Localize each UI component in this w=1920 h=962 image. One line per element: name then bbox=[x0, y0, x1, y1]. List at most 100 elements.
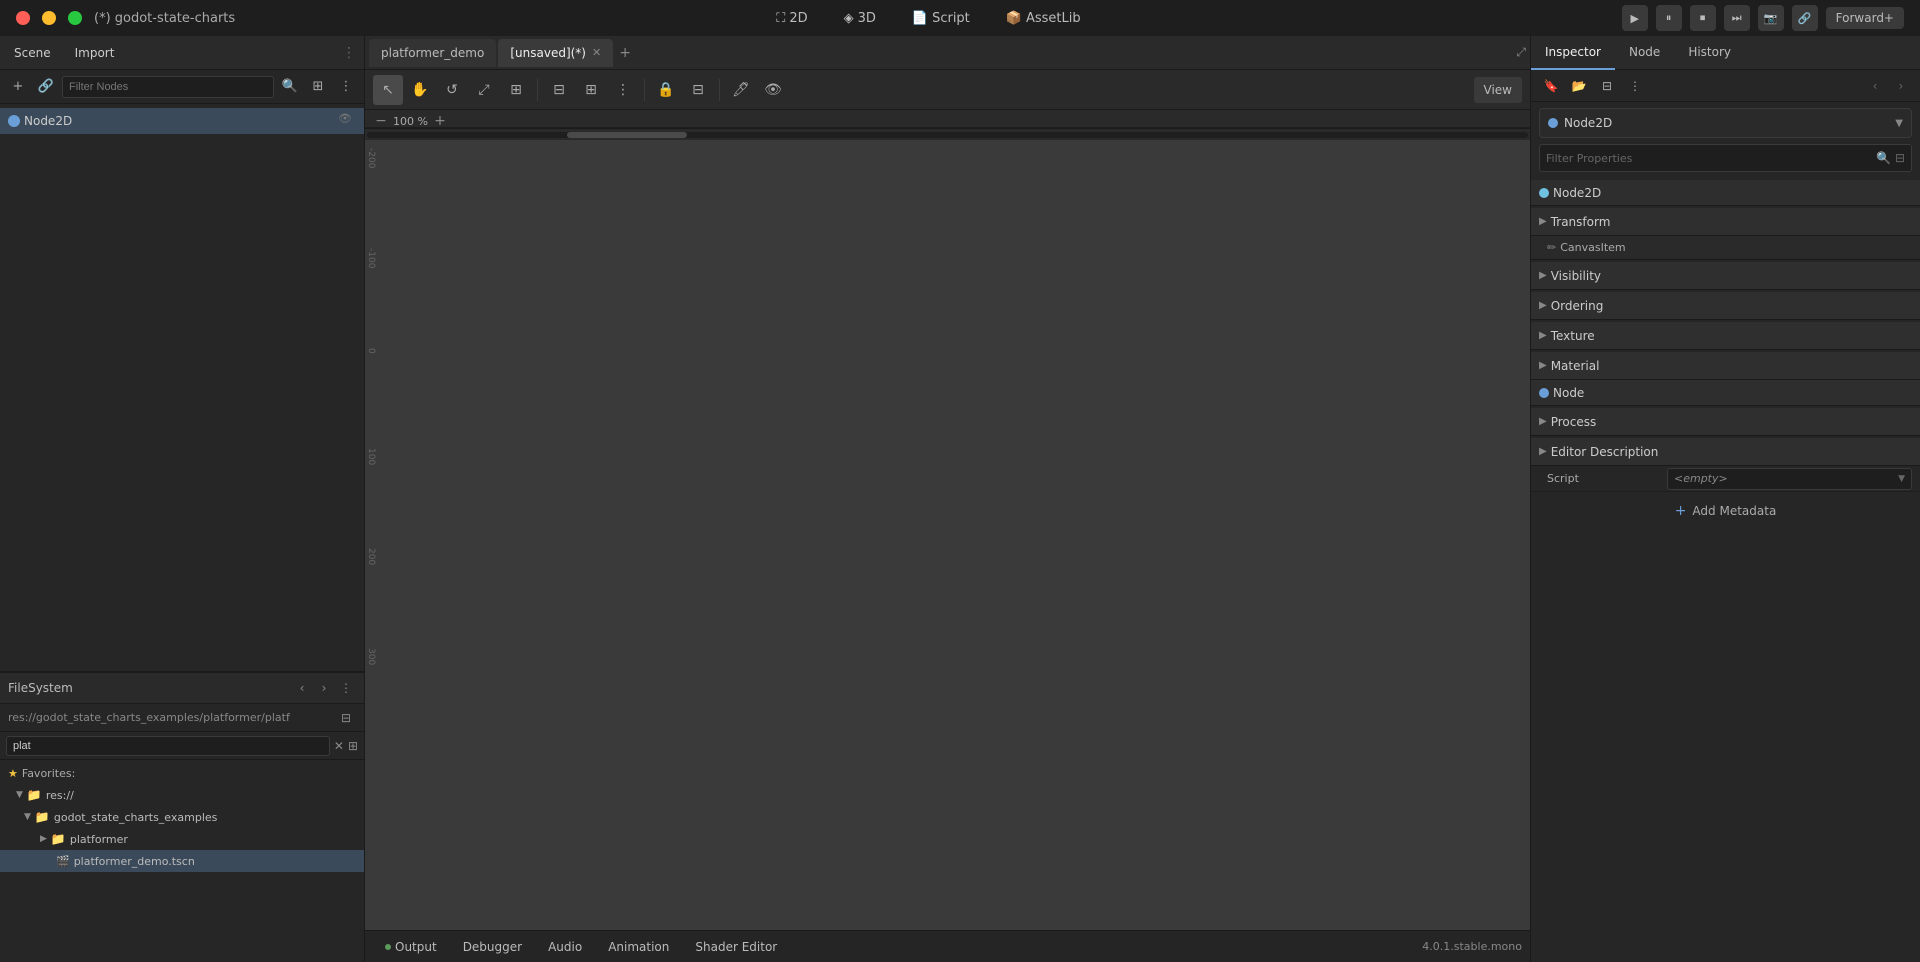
section-material[interactable]: ▶ Material bbox=[1531, 352, 1920, 380]
fs-back-button[interactable]: ‹ bbox=[292, 678, 312, 698]
pencil-icon: ✏ bbox=[1547, 241, 1556, 254]
tool-eye[interactable]: 👁 bbox=[758, 75, 788, 105]
section-editor-description[interactable]: ▶ Editor Description bbox=[1531, 438, 1920, 466]
play-button[interactable]: ▶ bbox=[1622, 5, 1648, 31]
mode-2d-icon: ⛶ bbox=[776, 11, 785, 26]
node2d-icon bbox=[8, 115, 20, 127]
scene-more-button[interactable]: ⋮ bbox=[334, 75, 358, 99]
tab-animation[interactable]: Animation bbox=[596, 935, 681, 959]
fs-options-button[interactable]: ⋮ bbox=[336, 678, 356, 698]
inspector-options-button[interactable]: ⋮ bbox=[1623, 74, 1647, 98]
section-process[interactable]: ▶ Process bbox=[1531, 408, 1920, 436]
scrollbar-thumb[interactable] bbox=[567, 132, 687, 138]
filesystem-filter-input[interactable] bbox=[6, 736, 330, 756]
tab-unsaved[interactable]: [unsaved](*) ✕ bbox=[498, 39, 613, 67]
tab-debugger[interactable]: Debugger bbox=[451, 935, 534, 959]
inspector-bookmark-button[interactable]: 🔖 bbox=[1539, 74, 1563, 98]
fs-item-godot[interactable]: ▼ 📁 godot_state_charts_examples bbox=[0, 806, 364, 828]
minimize-button[interactable] bbox=[42, 11, 56, 25]
link-node-button[interactable]: 🔗 bbox=[34, 75, 58, 99]
script-value: <empty> bbox=[1674, 472, 1894, 485]
fs-split-button[interactable]: ⊟ bbox=[336, 708, 356, 728]
inspector-content: Node2D ▶ Transform ✏ CanvasItem ▶ Visibi… bbox=[1531, 176, 1920, 962]
filter-options-button[interactable]: ⊟ bbox=[1895, 151, 1905, 165]
fs-forward-button[interactable]: › bbox=[314, 678, 334, 698]
tab-node[interactable]: Node bbox=[1615, 36, 1674, 70]
section-texture[interactable]: ▶ Texture bbox=[1531, 322, 1920, 350]
tool-move[interactable]: ✋ bbox=[405, 75, 435, 105]
node-selector[interactable]: Node2D ▼ bbox=[1539, 108, 1912, 138]
tab-platformer-demo[interactable]: platformer_demo bbox=[369, 39, 496, 67]
section-arrow-icon: ▶ bbox=[1539, 446, 1547, 457]
tool-paint[interactable]: 🖊 bbox=[726, 75, 756, 105]
add-node-button[interactable]: + bbox=[6, 75, 30, 99]
forward-plus-label[interactable]: Forward+ bbox=[1826, 7, 1904, 29]
scene-toolbar: + 🔗 🔍 ⊞ ⋮ bbox=[0, 70, 364, 104]
zoom-out-button[interactable]: − bbox=[373, 113, 389, 129]
playback-controls: ▶ ⏸ ⏹ ⏭ 📷 🔗 Forward+ bbox=[1622, 5, 1904, 31]
scene-search-button[interactable]: 🔍 bbox=[278, 75, 302, 99]
step-button[interactable]: ⏭ bbox=[1724, 5, 1750, 31]
camera-button[interactable]: 📷 bbox=[1758, 5, 1784, 31]
tab-shader-editor[interactable]: Shader Editor bbox=[683, 935, 789, 959]
inspector-prev-button[interactable]: ‹ bbox=[1864, 75, 1886, 97]
fs-item-platformer[interactable]: ▶ 📁 platformer bbox=[0, 828, 364, 850]
fs-item-res[interactable]: ▼ 📁 res:// bbox=[0, 784, 364, 806]
canvas-scrollbar-horizontal[interactable] bbox=[365, 128, 1530, 140]
mode-2d[interactable]: ⛶ 2D bbox=[768, 9, 815, 28]
scene-filter-input[interactable] bbox=[62, 76, 274, 98]
filesystem-filter-clear[interactable]: ✕ bbox=[334, 739, 344, 753]
section-visibility[interactable]: ▶ Visibility bbox=[1531, 262, 1920, 290]
mode-3d[interactable]: ◈ 3D bbox=[836, 9, 884, 28]
tool-snap[interactable]: ⊟ bbox=[544, 75, 574, 105]
pause-button[interactable]: ⏸ bbox=[1656, 5, 1682, 31]
section-transform[interactable]: ▶ Transform bbox=[1531, 208, 1920, 236]
scene-tab[interactable]: Scene bbox=[8, 44, 57, 62]
scene-options-button[interactable]: ⋮ bbox=[342, 45, 356, 61]
script-dropdown[interactable]: <empty> ▼ bbox=[1667, 468, 1912, 490]
stop-button[interactable]: ⏹ bbox=[1690, 5, 1716, 31]
tab-inspector[interactable]: Inspector bbox=[1531, 36, 1615, 70]
tool-select[interactable]: ↖ bbox=[373, 75, 403, 105]
tool-rotate[interactable]: ↺ bbox=[437, 75, 467, 105]
filesystem-filter: ✕ ⊞ bbox=[0, 732, 364, 760]
import-tab[interactable]: Import bbox=[69, 44, 121, 62]
inspector-history-button[interactable]: ⊟ bbox=[1595, 74, 1619, 98]
tool-list[interactable]: ⊞ bbox=[501, 75, 531, 105]
maximize-button[interactable] bbox=[68, 11, 82, 25]
scene-tree: Node2D 👁 bbox=[0, 104, 364, 671]
mode-assetlib[interactable]: 📦 AssetLib bbox=[998, 9, 1089, 28]
tool-more[interactable]: ⋮ bbox=[608, 75, 638, 105]
inspector-node-header: Node bbox=[1531, 380, 1920, 406]
filesystem-filter-icon: ⊞ bbox=[348, 739, 358, 753]
tab-output[interactable]: Output bbox=[373, 935, 449, 959]
ruler-top: − 100 % + -400 -300 -200 -100 0 100 200 … bbox=[365, 110, 1530, 128]
inspector-open-button[interactable]: 📂 bbox=[1567, 74, 1591, 98]
close-button[interactable] bbox=[16, 11, 30, 25]
visibility-icon[interactable]: 👁 bbox=[338, 112, 356, 130]
add-tab-button[interactable]: + bbox=[615, 45, 635, 61]
tool-lock[interactable]: 🔒 bbox=[651, 75, 681, 105]
add-metadata-label: Add Metadata bbox=[1692, 504, 1776, 518]
filesystem-path: res://godot_state_charts_examples/platfo… bbox=[0, 704, 364, 732]
remote-button[interactable]: 🔗 bbox=[1792, 5, 1818, 31]
tab-close-button[interactable]: ✕ bbox=[592, 46, 601, 59]
scene-filter-button[interactable]: ⊞ bbox=[306, 75, 330, 99]
zoom-in-button[interactable]: + bbox=[432, 113, 448, 129]
tree-item-node2d[interactable]: Node2D 👁 bbox=[0, 108, 364, 134]
expand-editor-button[interactable]: ⤢ bbox=[1516, 45, 1526, 60]
tool-scale[interactable]: ⤢ bbox=[469, 75, 499, 105]
tab-audio[interactable]: Audio bbox=[536, 935, 594, 959]
inspector-next-button[interactable]: › bbox=[1890, 75, 1912, 97]
fs-item-platformer-demo[interactable]: 🎬 platformer_demo.tscn bbox=[0, 850, 364, 872]
tab-history[interactable]: History bbox=[1674, 36, 1745, 70]
tool-grid[interactable]: ⊞ bbox=[576, 75, 606, 105]
file-icon: 🎬 bbox=[56, 855, 70, 868]
mode-assetlib-icon: 📦 bbox=[1006, 11, 1022, 26]
add-metadata-button[interactable]: + Add Metadata bbox=[1531, 496, 1920, 526]
tool-group[interactable]: ⊟ bbox=[683, 75, 713, 105]
mode-script[interactable]: 📄 Script bbox=[904, 9, 978, 28]
inspector-row-script: Script <empty> ▼ bbox=[1531, 466, 1920, 492]
section-ordering[interactable]: ▶ Ordering bbox=[1531, 292, 1920, 320]
view-button[interactable]: View bbox=[1474, 77, 1522, 103]
